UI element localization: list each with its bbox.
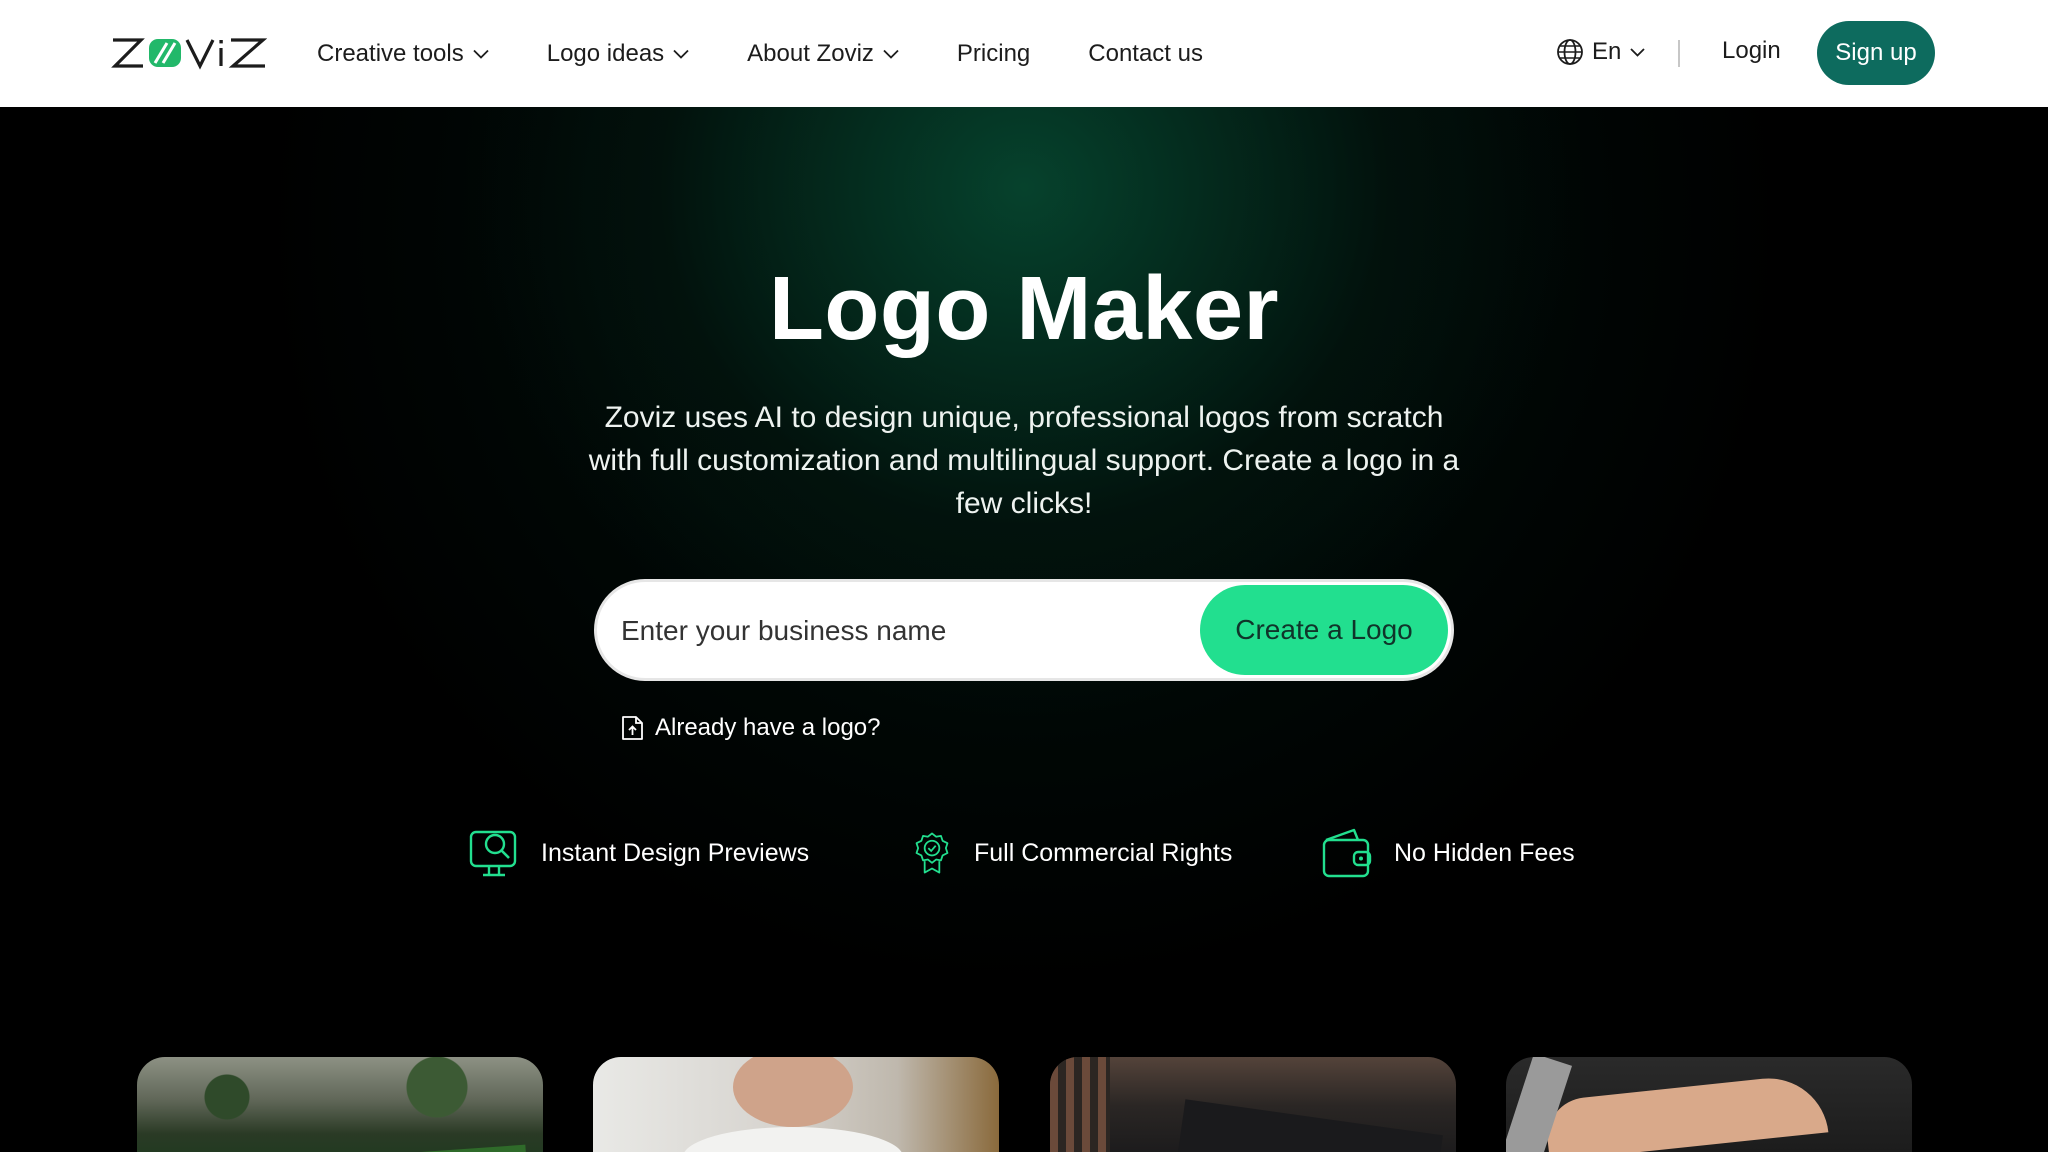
hero-subtitle: Zoviz uses AI to design unique, professi… (588, 401, 1460, 520)
nav-pricing[interactable]: Pricing (957, 40, 1030, 68)
top-navbar: Creative tools Logo ideas About Zoviz Pr… (0, 0, 2048, 107)
nav-about-zoviz[interactable]: About Zoviz (747, 40, 899, 68)
showcase-image-storefront[interactable] (1050, 1057, 1456, 1152)
showcase-image-hand[interactable] (1506, 1057, 1912, 1152)
already-have-logo-label: Already have a logo? (655, 714, 881, 741)
nav-contact-us[interactable]: Contact us (1088, 40, 1203, 68)
nav-logo-ideas[interactable]: Logo ideas (547, 40, 689, 68)
showcase-image-person[interactable] (593, 1057, 999, 1152)
page: Creative tools Logo ideas About Zoviz Pr… (0, 0, 2048, 1152)
zoviz-logo[interactable] (111, 36, 267, 70)
feature-list: Instant Design Previews Full Commercial … (0, 826, 2048, 880)
language-selector[interactable]: En (1556, 38, 1645, 66)
nav-logo-ideas-label: Logo ideas (546, 39, 665, 67)
nav-creative-tools[interactable]: Creative tools (317, 40, 489, 68)
signup-button[interactable]: Sign up (1817, 21, 1935, 85)
upload-file-icon (622, 716, 643, 740)
feature-instant-previews: Instant Design Previews (467, 826, 809, 880)
login-link[interactable]: Login (1722, 37, 1781, 65)
feature-no-hidden-fees: No Hidden Fees (1320, 826, 1575, 880)
create-logo-button[interactable]: Create a Logo (1200, 585, 1448, 675)
award-badge-icon (915, 832, 949, 874)
hero-title: Logo Maker (768, 259, 1280, 359)
feature-label: Instant Design Previews (541, 838, 810, 867)
already-have-logo-link[interactable]: Already have a logo? (618, 714, 881, 742)
monitor-search-icon (469, 830, 517, 877)
business-name-form: Create a Logo (594, 579, 1454, 681)
nav-pricing-label: Pricing (956, 39, 1031, 67)
feature-commercial-rights: Full Commercial Rights (910, 826, 1232, 880)
showcase-image-plants[interactable] (137, 1057, 543, 1152)
chevron-down-icon (473, 49, 489, 59)
nav-contact-us-label: Contact us (1088, 39, 1203, 67)
nav-about-zoviz-label: About Zoviz (747, 39, 874, 67)
feature-label: Full Commercial Rights (974, 838, 1233, 867)
globe-icon (1557, 39, 1583, 65)
main-nav: Creative tools Logo ideas About Zoviz Pr… (317, 0, 1261, 107)
header-divider (1678, 40, 1680, 67)
language-label: En (1592, 38, 1622, 65)
wallet-icon (1322, 828, 1372, 878)
business-name-input[interactable] (621, 602, 1161, 660)
chevron-down-icon (883, 49, 899, 59)
chevron-down-icon (1630, 47, 1645, 57)
nav-creative-tools-label: Creative tools (317, 39, 464, 67)
feature-label: No Hidden Fees (1394, 838, 1575, 867)
chevron-down-icon (673, 49, 689, 59)
